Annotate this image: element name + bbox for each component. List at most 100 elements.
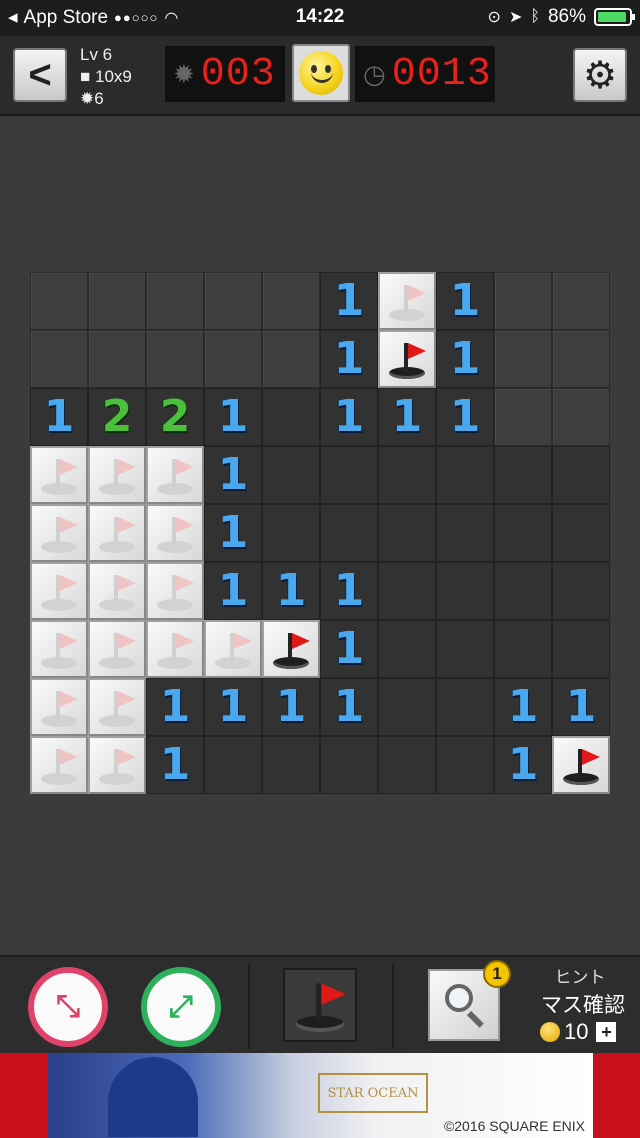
cell-number[interactable]: 1 [146,736,204,794]
cell-flag-guess[interactable] [30,446,88,504]
cell-flag-guess[interactable] [30,562,88,620]
cell-flag-guess[interactable] [88,736,146,794]
cell-flag-guess[interactable] [88,446,146,504]
cell-hidden[interactable] [552,272,610,330]
cell-flagged[interactable] [262,620,320,678]
cell-empty[interactable] [320,504,378,562]
cell-empty[interactable] [378,562,436,620]
cell-flag-guess[interactable] [378,272,436,330]
cell-empty[interactable] [378,446,436,504]
cell-number[interactable]: 1 [320,678,378,736]
cell-flagged[interactable] [378,330,436,388]
cell-empty[interactable] [378,678,436,736]
cell-flag-guess[interactable] [30,620,88,678]
cell-empty[interactable] [552,620,610,678]
cell-number[interactable]: 1 [204,678,262,736]
cell-flag-guess[interactable] [88,678,146,736]
cell-flagged[interactable] [552,736,610,794]
cell-hidden[interactable] [494,388,552,446]
cell-number[interactable]: 1 [262,562,320,620]
cell-number[interactable]: 1 [320,562,378,620]
cell-flag-guess[interactable] [88,620,146,678]
cell-number[interactable]: 1 [204,504,262,562]
cell-number[interactable]: 1 [204,446,262,504]
cell-empty[interactable] [378,620,436,678]
cell-flag-guess[interactable] [146,504,204,562]
cell-number[interactable]: 1 [30,388,88,446]
cell-hidden[interactable] [30,272,88,330]
cell-number[interactable]: 1 [436,272,494,330]
cell-empty[interactable] [552,446,610,504]
cell-empty[interactable] [494,562,552,620]
cell-hidden[interactable] [494,330,552,388]
cell-empty[interactable] [378,504,436,562]
buy-coins-button[interactable]: + [596,1022,617,1042]
cell-hidden[interactable] [204,272,262,330]
cell-empty[interactable] [436,678,494,736]
cell-empty[interactable] [262,736,320,794]
cell-number-label: 1 [333,565,365,616]
cell-empty[interactable] [552,504,610,562]
cell-empty[interactable] [204,736,262,794]
cell-empty[interactable] [436,736,494,794]
cell-flag-guess[interactable] [88,504,146,562]
cell-hidden[interactable] [146,330,204,388]
back-button[interactable]: < [13,48,67,102]
hint-title: ヒント [554,968,606,987]
cell-flag-guess[interactable] [30,736,88,794]
cell-flag-guess[interactable] [146,446,204,504]
flag-mode-button[interactable] [283,968,357,1042]
cell-number[interactable]: 2 [146,388,204,446]
cell-number[interactable]: 1 [436,388,494,446]
cell-flag-guess[interactable] [146,562,204,620]
zoom-in-button[interactable]: ⤡ [28,967,108,1047]
cell-flag-guess[interactable] [88,562,146,620]
cell-flag-guess[interactable] [146,620,204,678]
cell-hidden[interactable] [88,330,146,388]
cell-empty[interactable] [552,562,610,620]
cell-hidden[interactable] [88,272,146,330]
cell-empty[interactable] [320,446,378,504]
cell-empty[interactable] [494,620,552,678]
cell-hidden[interactable] [30,330,88,388]
cell-hidden[interactable] [262,272,320,330]
settings-button[interactable]: ⚙ [573,48,627,102]
cell-empty[interactable] [494,504,552,562]
cell-empty[interactable] [436,504,494,562]
cell-number[interactable]: 1 [320,388,378,446]
cell-flag-guess[interactable] [30,678,88,736]
cell-number[interactable]: 1 [262,678,320,736]
cell-number[interactable]: 1 [552,678,610,736]
cell-empty[interactable] [378,736,436,794]
cell-number[interactable]: 1 [320,330,378,388]
reset-smiley-button[interactable] [292,44,350,102]
cell-empty[interactable] [494,446,552,504]
cell-empty[interactable] [436,562,494,620]
cell-hidden[interactable] [494,272,552,330]
cell-hidden[interactable] [262,330,320,388]
cell-number[interactable]: 1 [204,562,262,620]
cell-empty[interactable] [320,736,378,794]
cell-flag-guess[interactable] [30,504,88,562]
cell-empty[interactable] [262,504,320,562]
cell-number[interactable]: 1 [436,330,494,388]
cell-empty[interactable] [262,446,320,504]
cell-empty[interactable] [262,388,320,446]
cell-number[interactable]: 1 [320,620,378,678]
cell-number[interactable]: 1 [378,388,436,446]
cell-number[interactable]: 1 [494,736,552,794]
cell-empty[interactable] [436,620,494,678]
cell-empty[interactable] [436,446,494,504]
cell-number[interactable]: 1 [494,678,552,736]
cell-hidden[interactable] [552,330,610,388]
cell-hidden[interactable] [146,272,204,330]
cell-hidden[interactable] [204,330,262,388]
cell-number[interactable]: 1 [320,272,378,330]
ad-banner[interactable]: STAR OCEAN ©2016 SQUARE ENIX [0,1053,640,1138]
cell-hidden[interactable] [552,388,610,446]
cell-flag-guess[interactable] [204,620,262,678]
cell-number[interactable]: 1 [146,678,204,736]
cell-number[interactable]: 2 [88,388,146,446]
zoom-out-button[interactable]: ⤢ [141,967,221,1047]
cell-number[interactable]: 1 [204,388,262,446]
